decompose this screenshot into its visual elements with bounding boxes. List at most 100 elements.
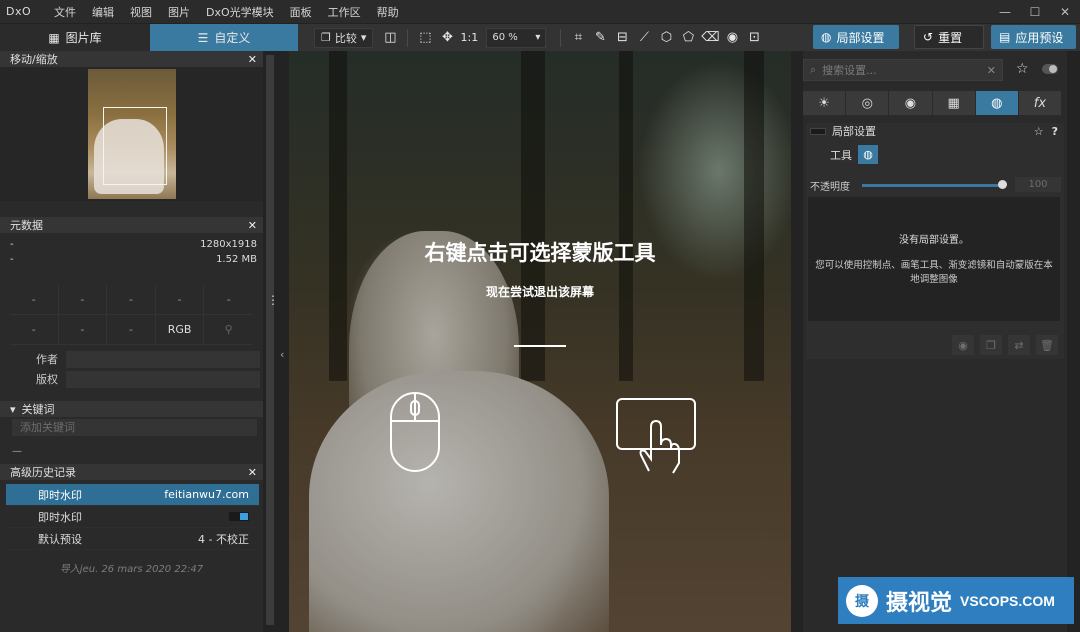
- menu-view[interactable]: 视图: [122, 4, 160, 20]
- delete-icon[interactable]: 🗑: [1036, 335, 1058, 355]
- history-item[interactable]: 默认预设 4 - 不校正: [6, 528, 259, 550]
- opacity-slider-track[interactable]: [862, 184, 1002, 187]
- opacity-value-field[interactable]: 100: [1015, 177, 1061, 192]
- menu-workspace[interactable]: 工作区: [320, 4, 369, 20]
- chevron-down-icon[interactable]: ▾: [361, 31, 367, 44]
- eye-icon[interactable]: ◉: [721, 27, 743, 49]
- swap-icon[interactable]: ⇄: [1008, 335, 1030, 355]
- location-pin-icon: ⚲: [224, 323, 233, 336]
- zoom-select[interactable]: 60 % ▾: [486, 27, 547, 48]
- local-adjustments-panel: 局部设置 ☆ ? 工具 ◍ 不透明度 100 没有局部设置。 您可以使用控制点、…: [806, 123, 1064, 359]
- history-item-name: 即时水印: [38, 510, 82, 524]
- close-icon[interactable]: ✕: [248, 53, 257, 66]
- perspective-rect-icon[interactable]: ⬡: [655, 27, 677, 49]
- history-item[interactable]: 即时水印: [6, 506, 259, 528]
- right-panel-gutter: [791, 51, 803, 632]
- overlay-divider: [514, 345, 566, 347]
- watermark-text-cn: 摄视觉: [886, 590, 953, 616]
- author-label: 作者: [36, 353, 58, 366]
- preset-icon: ▤: [999, 30, 1011, 44]
- apply-preset-label: 应用预设: [1015, 30, 1064, 45]
- visibility-icon[interactable]: ◉: [952, 335, 974, 355]
- image-viewer[interactable]: 右键点击可选择蒙版工具 现在尝试退出该屏幕: [289, 51, 791, 632]
- tab-effects-icon[interactable]: fx: [1018, 91, 1062, 115]
- history-item-value: 4 - 不校正: [198, 532, 249, 546]
- ratio-1-1-button[interactable]: 1:1: [458, 27, 480, 49]
- horizon-icon[interactable]: ⊟: [611, 27, 633, 49]
- exif-grid: - - - - - - - - RGB ⚲: [10, 285, 253, 345]
- help-icon[interactable]: ?: [1052, 125, 1058, 138]
- tab-photo-library[interactable]: ▦ 图片库: [0, 24, 150, 51]
- tab-geometry-icon[interactable]: ▦: [932, 91, 975, 115]
- close-icon[interactable]: ✕: [248, 466, 257, 479]
- navigator-title: 移动/缩放: [10, 53, 58, 66]
- search-icon: ⌕: [810, 63, 817, 76]
- maximize-icon[interactable]: ☐: [1020, 0, 1050, 24]
- menu-optics-modules[interactable]: DxO光学模块: [198, 4, 282, 20]
- exif-cell: -: [155, 285, 205, 315]
- crop-icon[interactable]: ⌗: [567, 27, 589, 49]
- author-field[interactable]: [66, 350, 260, 368]
- local-adjustments-button[interactable]: ◍ 局部设置: [813, 25, 899, 49]
- show-active-toggle[interactable]: [1042, 64, 1058, 74]
- tab-color-icon[interactable]: ◎: [846, 91, 889, 115]
- clear-icon[interactable]: ✕: [987, 64, 996, 77]
- tab-customize[interactable]: ☰ 自定义: [150, 24, 298, 51]
- compare-button[interactable]: ❐ 比较 ▾: [314, 27, 374, 48]
- copyright-field[interactable]: [66, 370, 260, 388]
- menu-panels[interactable]: 面板: [282, 4, 320, 20]
- star-icon[interactable]: ☆: [1016, 61, 1029, 77]
- panel-enable-toggle[interactable]: [810, 127, 826, 135]
- collapse-left-icon[interactable]: ‹: [280, 348, 284, 361]
- history-item-value: feitianwu7.com: [164, 488, 249, 501]
- duplicate-icon[interactable]: ❐: [980, 335, 1002, 355]
- right-panel-scrollbar[interactable]: [1067, 51, 1080, 632]
- palette-tabs: ☀ ◎ ◉ ▦ ◍ fx: [803, 91, 1062, 115]
- history-item[interactable]: 即时水印 feitianwu7.com: [6, 484, 259, 506]
- star-icon[interactable]: ☆: [1034, 125, 1044, 138]
- menu-edit[interactable]: 编辑: [84, 4, 122, 20]
- menu-image[interactable]: 图片: [160, 4, 198, 20]
- navigator-header: 移动/缩放 ✕: [0, 51, 263, 67]
- touchpad-icon: [616, 398, 696, 474]
- close-icon[interactable]: ✕: [1050, 0, 1080, 24]
- sliders-icon: ☰: [197, 30, 209, 45]
- scrollbar-thumb[interactable]: [266, 55, 274, 625]
- keywords-input[interactable]: 添加关键词: [12, 419, 257, 436]
- color-space-cell: RGB: [155, 315, 205, 345]
- tab-light-icon[interactable]: ☀: [803, 91, 846, 115]
- perspective-icon[interactable]: ⟋: [633, 27, 655, 49]
- tab-photo-library-label: 图片库: [65, 31, 102, 45]
- compare-label: 比较: [334, 31, 357, 45]
- perspective-8pt-icon[interactable]: ⬠: [677, 27, 699, 49]
- left-panel-scrollbar[interactable]: ⋮: [263, 51, 289, 632]
- fit-screen-icon[interactable]: ⬚: [414, 27, 436, 49]
- repair-icon[interactable]: ⌫: [699, 27, 721, 49]
- settings-search-input[interactable]: ⌕ 搜索设置... ✕: [803, 59, 1003, 81]
- collapse-triangle-icon[interactable]: ▾: [10, 403, 16, 416]
- navigator-viewport-rect[interactable]: [103, 107, 167, 185]
- eyedropper-icon[interactable]: ✎: [589, 27, 611, 49]
- metadata-title: 元数据: [10, 219, 43, 232]
- before-after-icon[interactable]: ⊡: [743, 27, 765, 49]
- zoom-value: 60 %: [492, 32, 518, 43]
- close-icon[interactable]: ✕: [248, 219, 257, 232]
- watermark-toggle[interactable]: [229, 512, 249, 521]
- exif-cell: -: [58, 315, 108, 345]
- apply-preset-button[interactable]: ▤ 应用预设: [991, 25, 1076, 49]
- tab-detail-icon[interactable]: ◉: [889, 91, 932, 115]
- drag-handle-icon[interactable]: ⋮: [267, 294, 279, 306]
- reset-button[interactable]: ↺ 重置: [914, 25, 984, 49]
- local-tool-button[interactable]: ◍: [858, 145, 878, 164]
- menu-file[interactable]: 文件: [46, 4, 84, 20]
- watermark-logo: 摄: [846, 584, 878, 617]
- minimize-icon[interactable]: —: [990, 0, 1020, 24]
- settings-search-row: ⌕ 搜索设置... ✕ ☆: [803, 59, 1067, 83]
- app-logo: DxO: [6, 5, 32, 18]
- local-panel-title: 局部设置: [832, 125, 876, 138]
- split-view-icon[interactable]: ◫: [379, 27, 401, 49]
- move-icon[interactable]: ✥: [436, 27, 458, 49]
- menu-help[interactable]: 帮助: [369, 4, 407, 20]
- tab-local-icon[interactable]: ◍: [975, 91, 1018, 115]
- opacity-slider-knob[interactable]: [998, 180, 1007, 189]
